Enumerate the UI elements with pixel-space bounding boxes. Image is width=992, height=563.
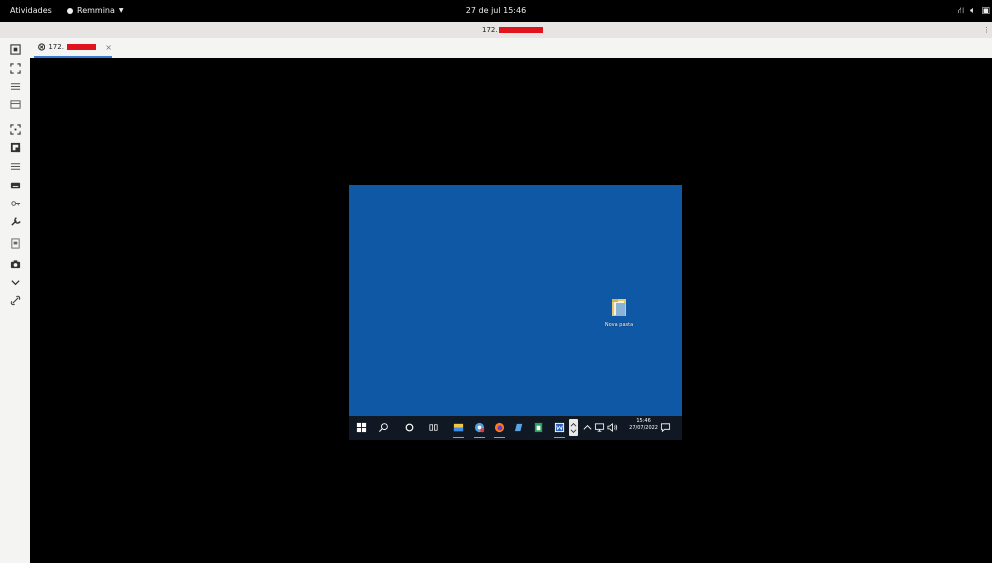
- desktop-folder-nova-pasta[interactable]: Nova pasta: [598, 297, 640, 328]
- header-overflow-icon[interactable]: ⋮: [983, 22, 990, 38]
- scaled-mode-icon[interactable]: [9, 123, 22, 136]
- firefox-icon[interactable]: [493, 421, 506, 438]
- volume-icon[interactable]: 🔈︎: [970, 6, 975, 16]
- tab-strip: 172. ×: [30, 38, 992, 59]
- remote-connection-icon: [38, 43, 46, 51]
- multimonitor-icon[interactable]: [9, 237, 22, 250]
- notepad-icon[interactable]: [513, 421, 526, 434]
- remmina-toolbar: [0, 38, 31, 563]
- search-icon[interactable]: [377, 421, 390, 434]
- action-center-icon[interactable]: [659, 421, 672, 434]
- redaction-bar: [66, 44, 97, 50]
- file-explorer-icon[interactable]: [452, 421, 465, 438]
- tools-icon[interactable]: [9, 215, 22, 228]
- remmina-header-bar: 172. ⋮: [0, 22, 992, 39]
- menu-icon[interactable]: [9, 80, 22, 93]
- tab-connection[interactable]: 172. ×: [34, 38, 112, 58]
- taskbar-date: 27/07/2022: [629, 425, 658, 431]
- network-icon[interactable]: [593, 421, 606, 434]
- tab-label: 172.: [48, 43, 64, 51]
- chrome-icon[interactable]: [473, 421, 486, 438]
- battery-icon[interactable]: ▣: [981, 6, 990, 16]
- folder-icon: [612, 299, 626, 316]
- cortana-icon[interactable]: [403, 421, 416, 434]
- keyboard-icon[interactable]: [9, 179, 22, 192]
- screenshot-icon[interactable]: [9, 258, 22, 271]
- taskbar-clock[interactable]: 15:46 27/07/2022: [629, 418, 658, 432]
- taskbar-time: 15:46: [636, 418, 651, 424]
- word-icon[interactable]: [553, 421, 566, 438]
- clock[interactable]: 27 de jul 15:46: [0, 0, 992, 22]
- remote-desktop[interactable]: Nova pasta 15:46 27/07/2022: [349, 185, 682, 440]
- dynamic-resolution-icon[interactable]: [9, 98, 22, 111]
- volume-icon[interactable]: [606, 421, 619, 434]
- fit-window-icon[interactable]: [9, 62, 22, 75]
- spreadsheet-icon[interactable]: [532, 421, 545, 434]
- keys-icon[interactable]: [9, 197, 22, 210]
- fullscreen-icon[interactable]: [9, 43, 22, 56]
- system-tray[interactable]: ⛙ 🔈︎ ▣: [958, 0, 990, 22]
- connection-title-text: 172.: [482, 26, 498, 34]
- network-icon[interactable]: ⛙: [958, 6, 964, 17]
- gnome-top-bar: Atividades Remmina ▼ 27 de jul 15:46 ⛙ 🔈…: [0, 0, 992, 22]
- task-view-icon[interactable]: [427, 421, 440, 434]
- connection-title: 172.: [482, 22, 543, 38]
- close-tab-icon[interactable]: ×: [105, 43, 112, 52]
- windows-taskbar: 15:46 27/07/2022: [349, 416, 682, 440]
- scroll-arrows-icon[interactable]: [569, 419, 578, 436]
- redaction-bar: [498, 27, 543, 33]
- folder-label: Nova pasta: [604, 322, 634, 328]
- resize-icon[interactable]: [9, 141, 22, 154]
- windows-start-icon[interactable]: [355, 421, 368, 434]
- minimize-icon[interactable]: [9, 276, 22, 289]
- preferences-icon[interactable]: [9, 160, 22, 173]
- disconnect-icon[interactable]: [9, 294, 22, 307]
